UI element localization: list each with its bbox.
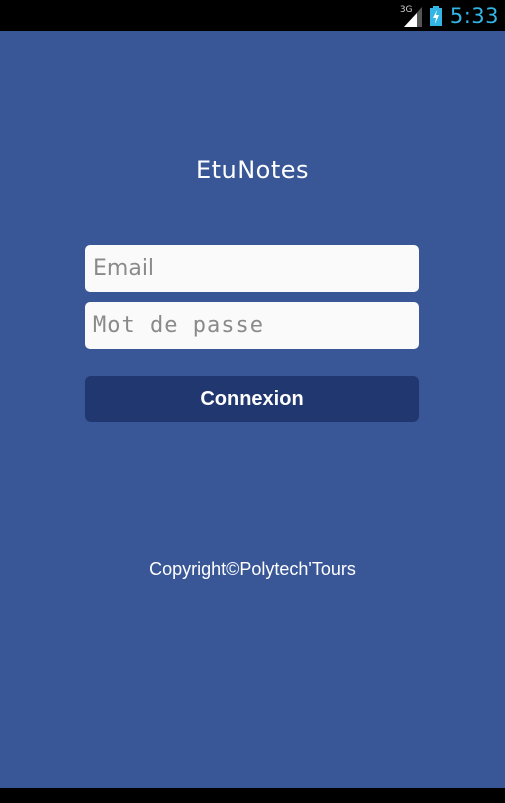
status-icons: 3G 5:33 [400,0,499,31]
app-title: EtuNotes [195,156,310,184]
signal-icon: 3G [400,4,422,28]
email-field[interactable] [85,245,419,292]
login-button[interactable]: Connexion [85,376,419,422]
password-field[interactable] [85,302,419,349]
status-clock: 5:33 [449,3,499,28]
phone-screen: 3G 5:33 EtuNotes Connexion Copyright©Pol… [0,0,505,803]
navigation-bar [0,788,505,803]
signal-bars-icon [403,6,422,27]
status-bar: 3G 5:33 [0,0,505,31]
copyright-text: Copyright©Polytech'Tours [149,559,356,579]
battery-charging-icon [429,5,442,26]
